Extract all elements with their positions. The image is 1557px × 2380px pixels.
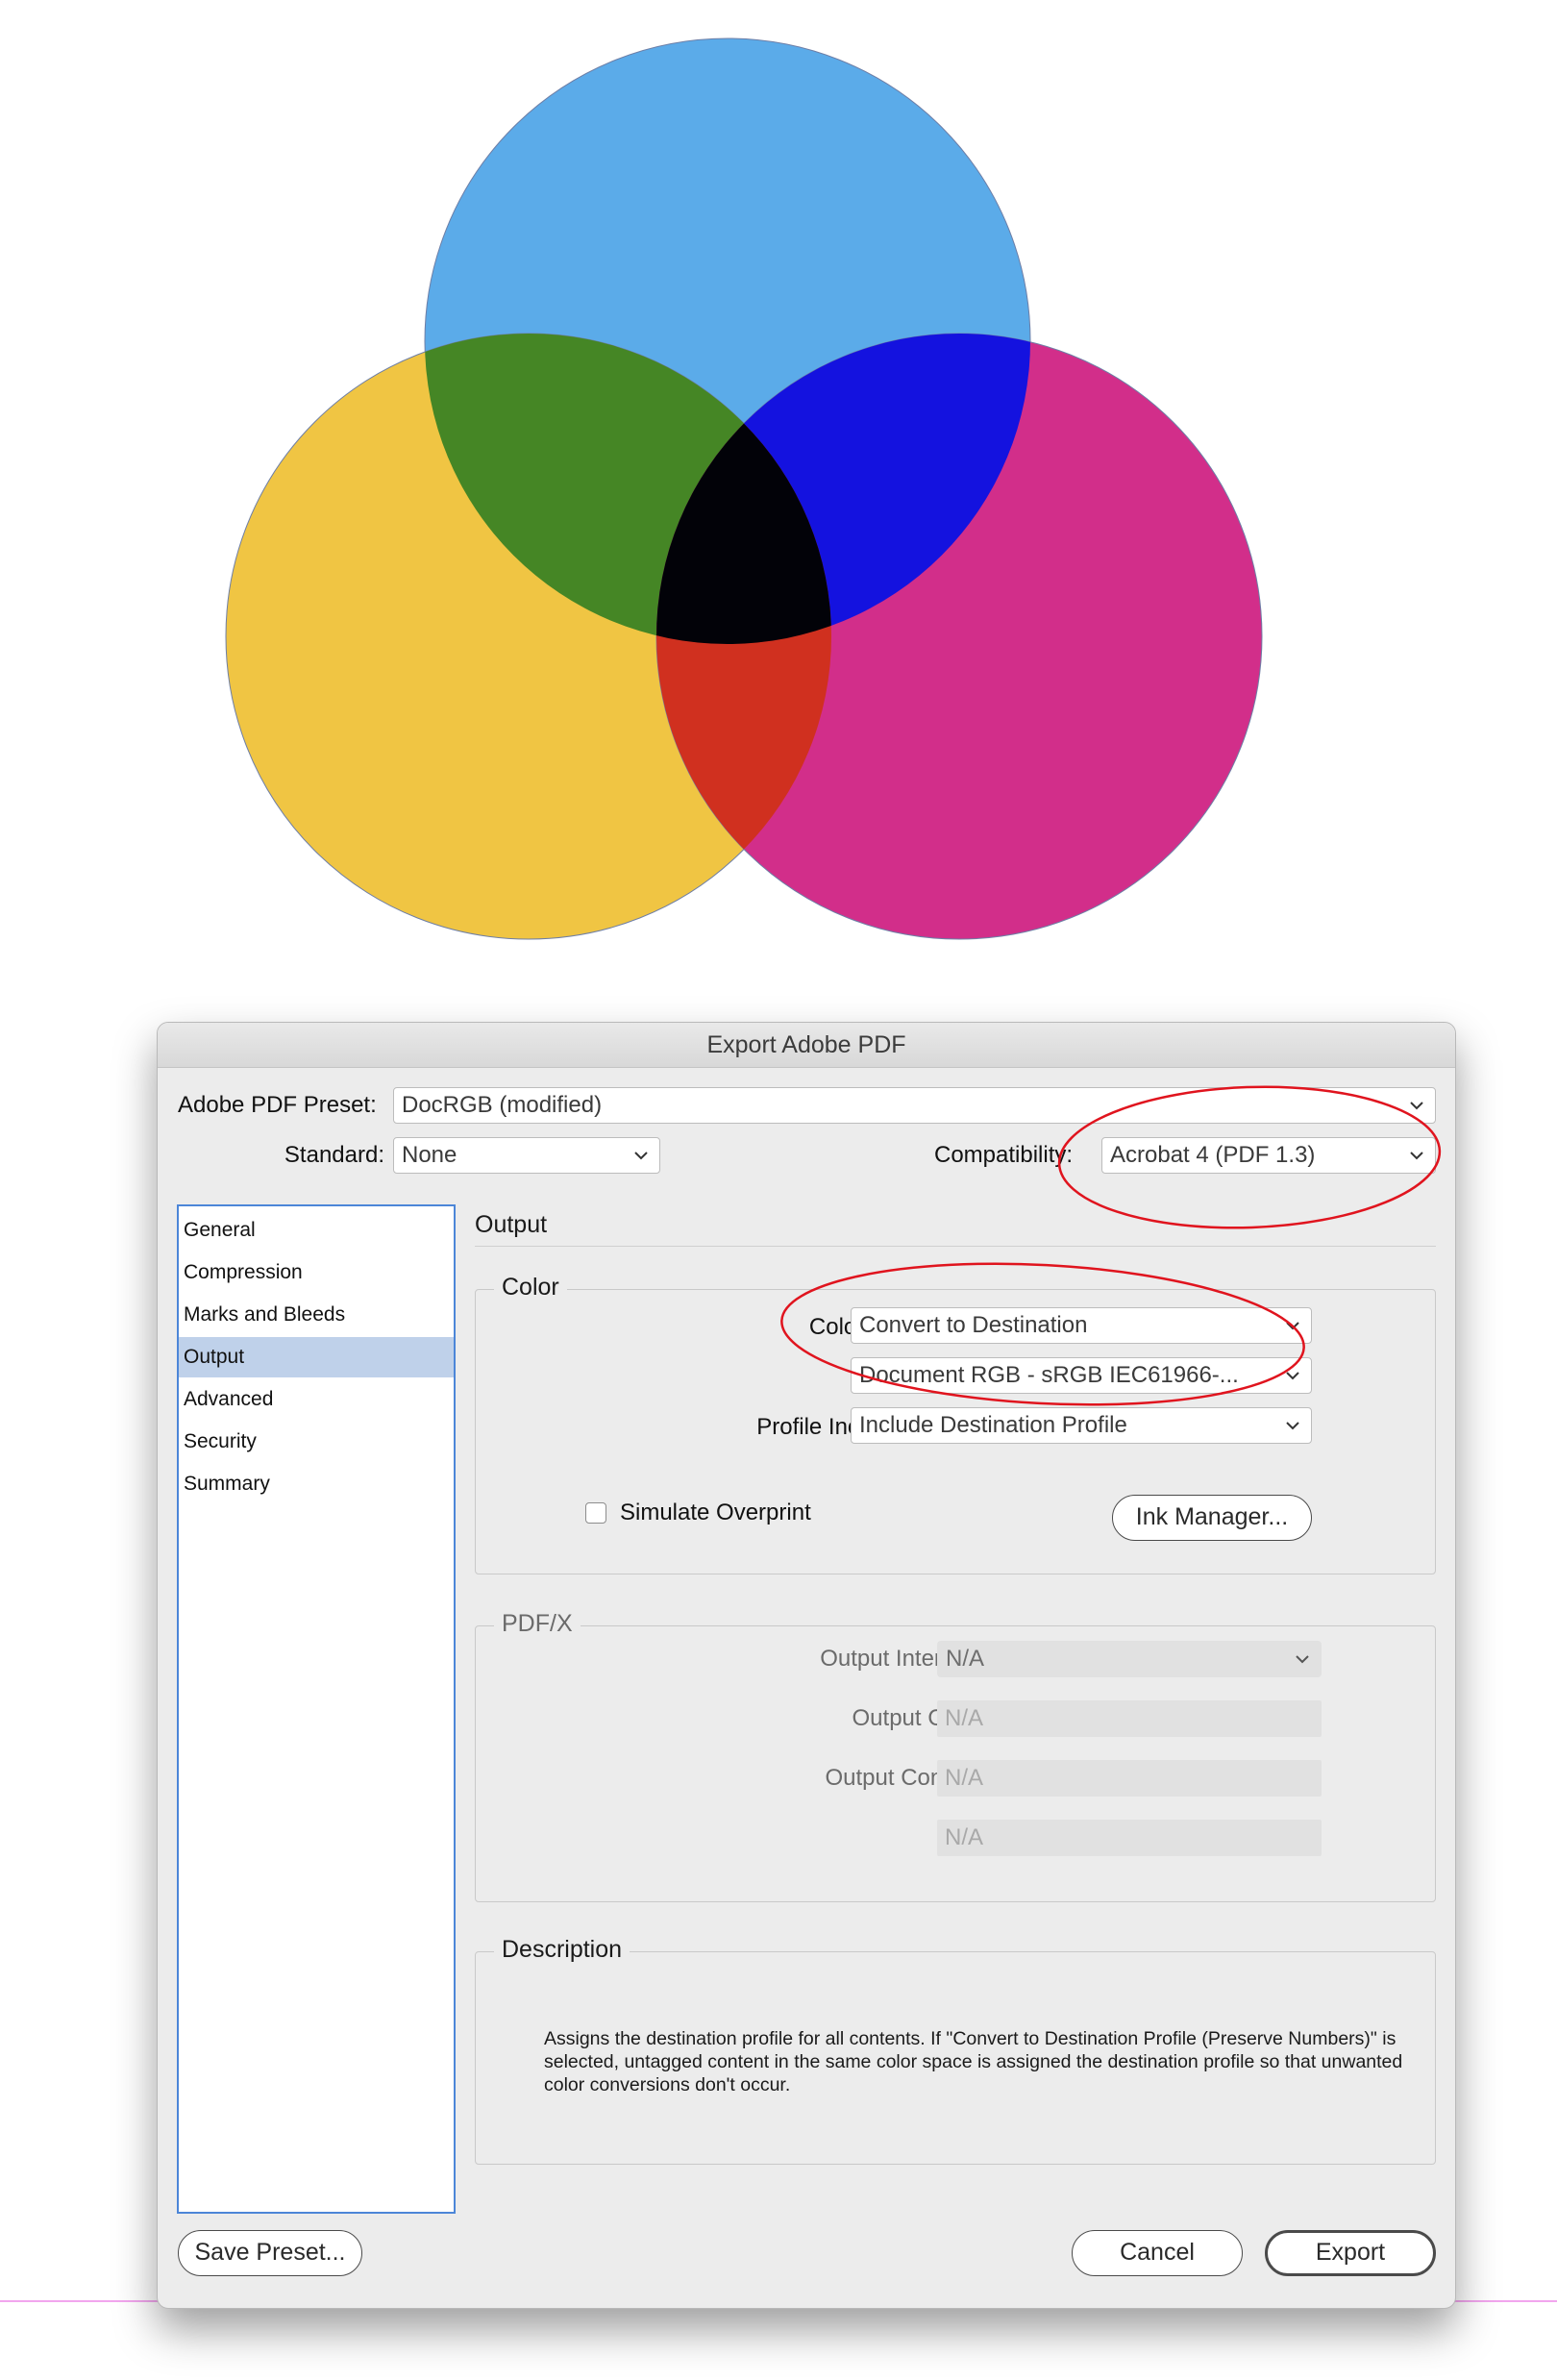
sidebar-item-output[interactable]: Output xyxy=(179,1337,454,1377)
section-title: Output xyxy=(475,1211,548,1238)
category-list: General Compression Marks and Bleeds Out… xyxy=(177,1204,456,2214)
preset-dropdown[interactable]: DocRGB (modified) xyxy=(393,1087,1436,1124)
output-condition-name-field: N/A xyxy=(937,1700,1322,1737)
sidebar-item-general[interactable]: General xyxy=(179,1210,454,1251)
ink-manager-button[interactable]: Ink Manager... xyxy=(1112,1495,1312,1541)
destination-value: Document RGB - sRGB IEC61966-... xyxy=(859,1362,1239,1388)
output-intent-value: N/A xyxy=(946,1646,985,1672)
preset-label: Adobe PDF Preset: xyxy=(178,1092,377,1118)
sidebar-item-summary[interactable]: Summary xyxy=(179,1464,454,1504)
chevron-down-icon xyxy=(1410,1152,1423,1160)
export-button[interactable]: Export xyxy=(1265,2230,1436,2276)
simulate-overprint-label: Simulate Overprint xyxy=(620,1500,811,1525)
color-conversion-dropdown[interactable]: Convert to Destination xyxy=(851,1307,1312,1344)
compatibility-dropdown[interactable]: Acrobat 4 (PDF 1.3) xyxy=(1101,1137,1436,1174)
section-divider xyxy=(475,1246,1436,1247)
pdfx-group-legend: PDF/X xyxy=(494,1609,581,1638)
description-group-legend: Description xyxy=(494,1935,630,1964)
venn-diagram xyxy=(225,37,1263,940)
sidebar-item-marks-and-bleeds[interactable]: Marks and Bleeds xyxy=(179,1295,454,1335)
dialog-title: Export Adobe PDF xyxy=(158,1023,1455,1068)
output-intent-dropdown: N/A xyxy=(937,1641,1322,1677)
preset-value: DocRGB (modified) xyxy=(402,1092,603,1118)
sidebar-item-compression[interactable]: Compression xyxy=(179,1252,454,1293)
chevron-down-icon xyxy=(1286,1322,1299,1330)
save-preset-button[interactable]: Save Preset... xyxy=(178,2230,362,2276)
color-conversion-value: Convert to Destination xyxy=(859,1312,1088,1338)
output-condition-identifier-field: N/A xyxy=(937,1760,1322,1797)
chevron-down-icon xyxy=(1286,1372,1299,1380)
standard-label: Standard: xyxy=(284,1142,384,1168)
simulate-overprint-checkbox[interactable] xyxy=(585,1502,606,1524)
color-group-legend: Color xyxy=(494,1273,567,1302)
profile-inclusion-value: Include Destination Profile xyxy=(859,1412,1127,1438)
chevron-down-icon xyxy=(1286,1422,1299,1430)
chevron-down-icon xyxy=(634,1152,648,1160)
compatibility-value: Acrobat 4 (PDF 1.3) xyxy=(1110,1142,1316,1168)
standard-value: None xyxy=(402,1142,457,1168)
sidebar-item-security[interactable]: Security xyxy=(179,1422,454,1462)
export-pdf-dialog: Export Adobe PDF Adobe PDF Preset: DocRG… xyxy=(157,1022,1456,2309)
description-text: Assigns the destination profile for all … xyxy=(544,2028,1403,2095)
standard-dropdown[interactable]: None xyxy=(393,1137,660,1174)
chevron-down-icon xyxy=(1410,1102,1423,1110)
registry-name-field: N/A xyxy=(937,1820,1322,1856)
compatibility-label: Compatibility: xyxy=(934,1142,1074,1168)
cancel-button[interactable]: Cancel xyxy=(1072,2230,1243,2276)
destination-dropdown[interactable]: Document RGB - sRGB IEC61966-... xyxy=(851,1357,1312,1394)
chevron-down-icon xyxy=(1296,1655,1309,1664)
profile-inclusion-dropdown[interactable]: Include Destination Profile xyxy=(851,1407,1312,1444)
sidebar-item-advanced[interactable]: Advanced xyxy=(179,1379,454,1420)
